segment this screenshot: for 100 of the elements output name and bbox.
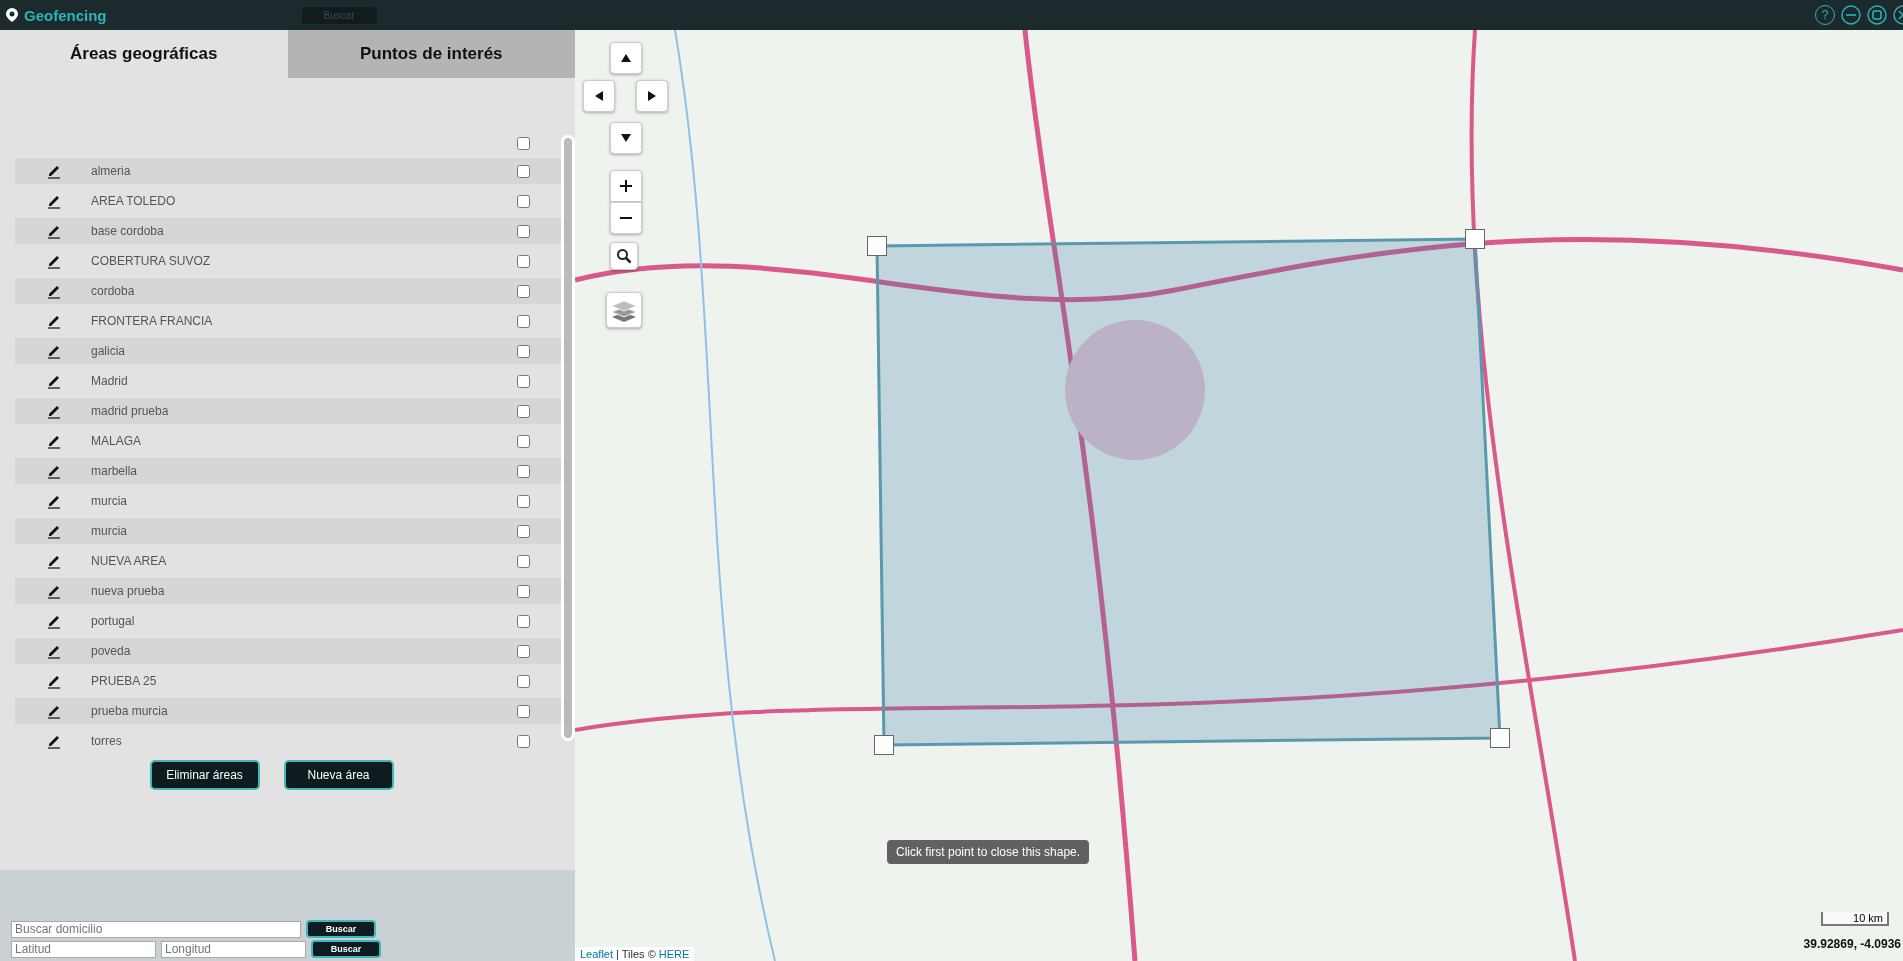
pencil-icon[interactable]: [47, 433, 61, 449]
area-name: PRUEBA 25: [91, 674, 158, 688]
list-row[interactable]: marbella: [15, 458, 563, 484]
list-row[interactable]: almeria: [15, 158, 563, 184]
vertex-handle[interactable]: [1465, 229, 1485, 249]
checkbox[interactable]: [517, 404, 530, 418]
minimize-icon[interactable]: [1841, 5, 1861, 25]
area-name: nueva prueba: [91, 584, 166, 598]
area-name: cordoba: [91, 284, 136, 298]
area-name: poveda: [91, 644, 132, 658]
pencil-icon[interactable]: [47, 373, 61, 389]
area-name: prueba murcia: [91, 704, 169, 718]
latitude-field[interactable]: Latitud: [11, 940, 156, 958]
area-name: almeria: [91, 164, 132, 178]
layers-button[interactable]: [606, 292, 642, 328]
address-field[interactable]: Buscar domicilio: [11, 920, 301, 938]
pan-left-button[interactable]: [583, 80, 615, 112]
list-row[interactable]: galicia: [15, 338, 563, 364]
checkbox[interactable]: [517, 194, 530, 208]
search-icon: [616, 248, 632, 264]
coordinates-text: 39.92869, -4.0936: [1803, 937, 1901, 951]
checkbox[interactable]: [517, 224, 530, 238]
checkbox[interactable]: [517, 704, 530, 718]
layers-icon: [610, 298, 638, 322]
list-row[interactable]: madrid prueba: [15, 398, 563, 424]
list-row[interactable]: cordoba: [15, 278, 563, 304]
area-name: marbella: [91, 464, 139, 478]
checkbox[interactable]: [517, 674, 530, 688]
list-row[interactable]: poveda: [15, 638, 563, 664]
checkbox[interactable]: [517, 464, 530, 478]
area-name: murcia: [91, 524, 128, 538]
tab[interactable]: Puntos de interés: [287, 30, 575, 78]
pencil-icon[interactable]: [47, 493, 61, 509]
area-name: galicia: [91, 344, 127, 358]
checkbox[interactable]: [517, 254, 530, 268]
pencil-icon[interactable]: [47, 463, 61, 479]
location-pin-icon: [6, 8, 18, 22]
pencil-icon[interactable]: [47, 673, 61, 689]
pencil-icon[interactable]: [47, 553, 61, 569]
search-button[interactable]: Buscar: [306, 920, 376, 938]
maximize-icon[interactable]: [1867, 5, 1887, 25]
attribution-link[interactable]: Leaflet: [580, 948, 614, 960]
vertex-handle[interactable]: [867, 236, 887, 256]
area-name: NUEVA AREA: [91, 554, 168, 568]
checkbox[interactable]: [517, 524, 530, 538]
pencil-icon[interactable]: [47, 733, 61, 749]
checkbox[interactable]: [517, 644, 530, 658]
drawn-area-polygon[interactable]: [875, 237, 1503, 748]
search-button[interactable]: Buscar: [311, 940, 381, 958]
checkbox[interactable]: [517, 494, 530, 508]
pencil-icon[interactable]: [47, 313, 61, 329]
list-row[interactable]: nueva prueba: [15, 578, 563, 604]
pencil-icon[interactable]: [47, 163, 61, 179]
tooltip: Click first point to close this shape.: [887, 840, 1090, 864]
pencil-icon[interactable]: [47, 643, 61, 659]
pencil-icon[interactable]: [47, 613, 61, 629]
vertex-handle[interactable]: [874, 735, 894, 755]
scrollbar[interactable]: [564, 138, 572, 738]
checkbox[interactable]: [517, 344, 530, 358]
checkbox[interactable]: [517, 314, 530, 328]
pencil-icon[interactable]: [47, 583, 61, 599]
pencil-icon[interactable]: [47, 343, 61, 359]
area-name: FRONTERA FRANCIA: [91, 314, 214, 328]
vertex-handle[interactable]: [1490, 728, 1510, 748]
pan-up-icon: [621, 54, 631, 62]
pencil-icon[interactable]: [47, 253, 61, 269]
pencil-icon[interactable]: [47, 703, 61, 719]
list-row[interactable]: prueba murcia: [15, 698, 563, 724]
area-name: Madrid: [91, 374, 129, 388]
area-name: COBERTURA SUVOZ: [91, 254, 212, 268]
checkbox[interactable]: [517, 584, 530, 598]
action-button[interactable]: Nueva área: [283, 760, 394, 790]
checkbox[interactable]: [517, 284, 530, 298]
pan-right-button[interactable]: [636, 80, 668, 112]
action-button[interactable]: Eliminar áreas: [149, 760, 260, 790]
pan-down-icon: [621, 134, 631, 142]
map-placeholder[interactable]: Click first point to close this shape. 10 km 39.92869, -4.0936 Leaflet | Tiles © HERE: [575, 30, 1903, 961]
checkbox[interactable]: [517, 136, 530, 150]
zoom-out-button[interactable]: [610, 202, 642, 234]
attribution-text: | Tiles ©: [615, 948, 657, 960]
attribution-link[interactable]: HERE: [658, 948, 690, 960]
search-button[interactable]: [610, 242, 638, 270]
checkbox[interactable]: [517, 164, 530, 178]
pencil-icon[interactable]: [47, 523, 61, 539]
checkbox[interactable]: [517, 554, 530, 568]
checkbox[interactable]: [517, 374, 530, 388]
zoom-in-button[interactable]: [610, 170, 642, 202]
pencil-icon[interactable]: [47, 223, 61, 239]
checkbox[interactable]: [517, 434, 530, 448]
list-row[interactable]: murcia: [15, 518, 563, 544]
pencil-icon[interactable]: [47, 193, 61, 209]
longitude-field[interactable]: Longitud: [161, 940, 306, 958]
pencil-icon[interactable]: [47, 283, 61, 299]
pencil-icon[interactable]: [47, 403, 61, 419]
list-row[interactable]: base cordoba: [15, 218, 563, 244]
pan-down-button[interactable]: [610, 122, 642, 154]
checkbox[interactable]: [517, 734, 530, 748]
pan-up-button[interactable]: [610, 42, 642, 74]
checkbox[interactable]: [517, 614, 530, 628]
area-name: base cordoba: [91, 224, 165, 238]
